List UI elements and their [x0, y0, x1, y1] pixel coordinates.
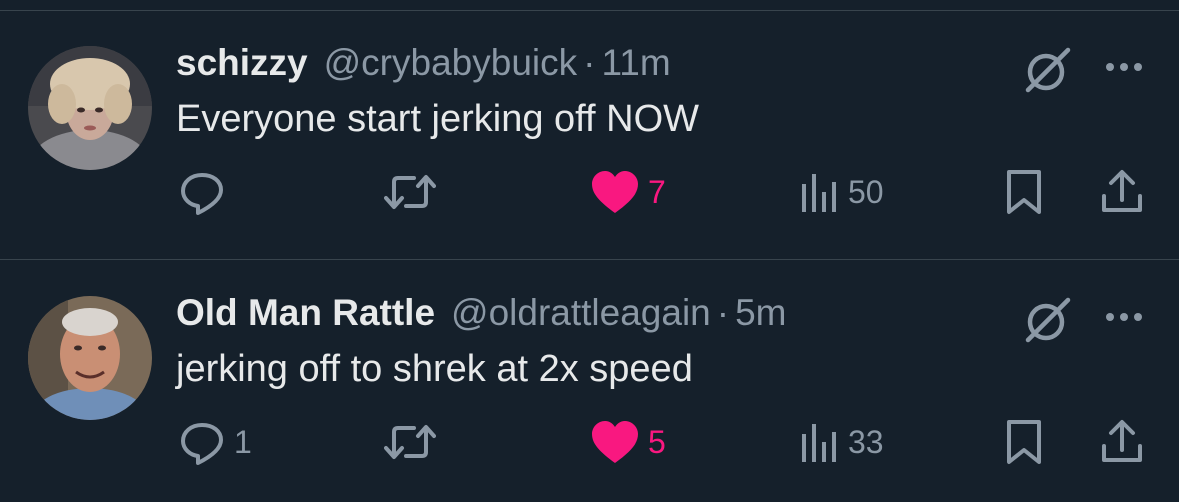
reply-button[interactable]: 1: [178, 414, 252, 470]
like-count: 5: [648, 423, 666, 460]
timestamp[interactable]: 5m: [735, 292, 786, 334]
display-name[interactable]: Old Man Rattle: [176, 292, 435, 334]
tweet[interactable]: schizzy @crybabybuick · 11m Everyone sta…: [0, 12, 1179, 252]
views-button[interactable]: 50: [800, 164, 884, 220]
retweet-icon: [384, 168, 436, 216]
views-icon: [800, 420, 840, 464]
divider: [0, 10, 1179, 11]
bookmark-icon: [1004, 418, 1044, 466]
tweet-text: Everyone start jerking off NOW: [176, 98, 700, 140]
like-button[interactable]: 7: [590, 164, 666, 220]
tweet-header: schizzy @crybabybuick · 11m: [176, 42, 671, 88]
bookmark-icon: [1004, 168, 1044, 216]
separator-dot: ·: [716, 292, 730, 333]
reply-count: 1: [234, 423, 252, 460]
user-handle[interactable]: @oldrattleagain: [451, 292, 711, 334]
view-count: 33: [848, 423, 884, 460]
like-button[interactable]: 5: [590, 414, 666, 470]
avatar[interactable]: [28, 296, 152, 420]
avatar-image: [28, 296, 152, 420]
divider: [0, 259, 1179, 260]
timeline: schizzy @crybabybuick · 11m Everyone sta…: [0, 0, 1179, 502]
separator-dot: ·: [583, 42, 596, 83]
share-button[interactable]: [1100, 414, 1144, 470]
bookmark-button[interactable]: [1004, 414, 1044, 470]
tweet-text: jerking off to shrek at 2x speed: [176, 348, 693, 390]
avatar[interactable]: [28, 46, 152, 170]
like-count: 7: [648, 173, 666, 210]
views-icon: [800, 170, 840, 214]
tweet-actions: 1 5 33: [0, 414, 1179, 470]
heart-icon: [590, 169, 640, 215]
reply-icon: [178, 168, 226, 216]
user-handle[interactable]: @crybabybuick: [324, 42, 578, 84]
bookmark-button[interactable]: [1004, 164, 1044, 220]
timestamp[interactable]: 11m: [601, 42, 670, 84]
tweet-header: Old Man Rattle @oldrattleagain · 5m: [176, 292, 787, 338]
avatar-image: [28, 46, 152, 170]
share-icon: [1100, 418, 1144, 466]
reply-icon: [178, 418, 226, 466]
reply-button[interactable]: [178, 164, 234, 220]
retweet-icon: [384, 418, 436, 466]
share-button[interactable]: [1100, 164, 1144, 220]
grok-icon[interactable]: [1022, 44, 1074, 96]
grok-icon[interactable]: [1022, 294, 1074, 346]
tweet-actions: 7 50: [0, 164, 1179, 220]
tweet[interactable]: Old Man Rattle @oldrattleagain · 5m jerk…: [0, 262, 1179, 502]
display-name[interactable]: schizzy: [176, 42, 308, 84]
retweet-button[interactable]: [384, 164, 444, 220]
more-icon[interactable]: [1102, 306, 1146, 328]
views-button[interactable]: 33: [800, 414, 884, 470]
share-icon: [1100, 168, 1144, 216]
view-count: 50: [848, 173, 884, 210]
more-icon[interactable]: [1102, 56, 1146, 78]
retweet-button[interactable]: [384, 414, 444, 470]
heart-icon: [590, 419, 640, 465]
